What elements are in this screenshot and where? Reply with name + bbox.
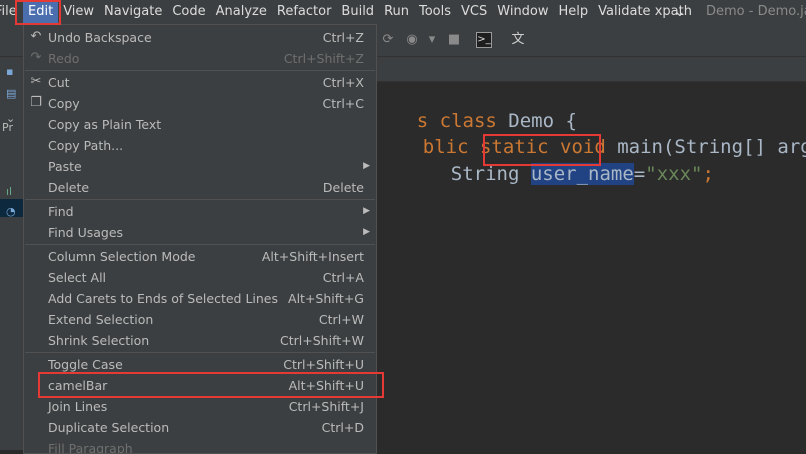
code-operator: = [633,163,646,185]
menu-window[interactable]: Window [492,0,553,24]
menu-separator [25,199,375,200]
menu-item-copy-path[interactable]: Copy Path... [24,135,376,156]
menu-item-paste[interactable]: Paste ▶ [24,156,376,177]
chevron-down-icon[interactable]: ⌄ [674,0,686,24]
code-line-2: blic static void main(String[] args) [377,111,806,158]
menu-edit[interactable]: Edit [23,0,59,24]
code-line-1: s class Demo { [371,85,577,132]
menu-view[interactable]: View [58,0,99,24]
menu-code[interactable]: Code [167,0,210,24]
coverage-icon[interactable]: ◉ [404,32,420,48]
undo-icon: ↶ [30,29,42,44]
menu-item-toggle-case[interactable]: Toggle Case Ctrl+Shift+U [24,354,376,375]
menu-item-undo[interactable]: ↶ Undo Backspace Ctrl+Z [24,27,376,48]
terminal-icon[interactable]: >_ [476,32,492,48]
edit-menu-popup: ↶ Undo Backspace Ctrl+Z ↷ Redo Ctrl+Shif… [23,24,377,454]
menu-item-copy[interactable]: ❐ Copy Ctrl+C [24,93,376,114]
menu-item-add-carets[interactable]: Add Carets to Ends of Selected Lines Alt… [24,288,376,309]
submenu-arrow-icon: ▶ [363,161,370,171]
menu-build[interactable]: Build [336,0,379,24]
copy-icon: ❐ [30,95,42,110]
menu-vcs[interactable]: VCS [456,0,492,24]
menu-refactor[interactable]: Refactor [272,0,337,24]
window-title: Demo - Demo.java [706,4,806,19]
selected-text[interactable]: user_name [530,163,634,185]
menu-separator [25,244,375,245]
code-semicolon: ; [702,163,714,185]
menu-item-find-usages[interactable]: Find Usages ▶ [24,222,376,243]
menu-item-find[interactable]: Find ▶ [24,201,376,222]
menu-item-extend-selection[interactable]: Extend Selection Ctrl+W [24,309,376,330]
menu-bar: File Edit View Navigate Code Analyze Ref… [0,0,806,24]
chevron-down-icon[interactable]: ⌄ [6,112,20,126]
translate-icon[interactable]: 文 [510,32,526,48]
debug-icon[interactable]: ⟳ [380,32,396,48]
menu-item-column-selection-mode[interactable]: Column Selection Mode Alt+Shift+Insert [24,246,376,267]
clock-icon[interactable]: ◔ [6,205,20,219]
menu-navigate[interactable]: Navigate [99,0,167,24]
submenu-arrow-icon: ▶ [363,227,370,237]
chevron-down-icon[interactable]: ▾ [424,32,440,48]
structure-icon[interactable]: ıl [6,185,20,199]
menu-item-fill-paragraph[interactable]: Fill Paragraph [24,438,376,453]
menu-item-cut[interactable]: ✂ Cut Ctrl+X [24,72,376,93]
menu-separator [25,352,375,353]
menu-file[interactable]: File [0,0,21,24]
menu-item-select-all[interactable]: Select All Ctrl+A [24,267,376,288]
menu-item-duplicate-selection[interactable]: Duplicate Selection Ctrl+D [24,417,376,438]
menu-tools[interactable]: Tools [414,0,456,24]
menu-item-delete[interactable]: Delete Delete [24,177,376,198]
submenu-arrow-icon: ▶ [363,206,370,216]
redo-icon: ↷ [30,50,42,65]
scissors-icon: ✂ [30,74,42,89]
menu-item-redo[interactable]: ↷ Redo Ctrl+Shift+Z [24,48,376,69]
code-string: "xxx" [645,163,703,185]
menu-item-join-lines[interactable]: Join Lines Ctrl+Shift+J [24,396,376,417]
menu-separator [25,70,375,71]
menu-item-shrink-selection[interactable]: Shrink Selection Ctrl+Shift+W [24,330,376,351]
folder-icon[interactable]: ▤ [6,87,20,101]
menu-run[interactable]: Run [379,0,414,24]
menu-help[interactable]: Help [554,0,594,24]
menu-item-copy-plain-text[interactable]: Copy as Plain Text [24,114,376,135]
menu-item-camelbar[interactable]: camelBar Alt+Shift+U [24,375,376,396]
save-icon[interactable]: ▪ [6,65,20,79]
stop-icon[interactable]: ■ [446,32,462,48]
left-tool-window-bar: ▪ Pr ▤ ⌄ ıl ◔ [0,57,25,450]
menu-analyze[interactable]: Analyze [211,0,272,24]
code-type: String [450,163,531,185]
code-line-3: String user_name="xxx"; [405,138,714,185]
